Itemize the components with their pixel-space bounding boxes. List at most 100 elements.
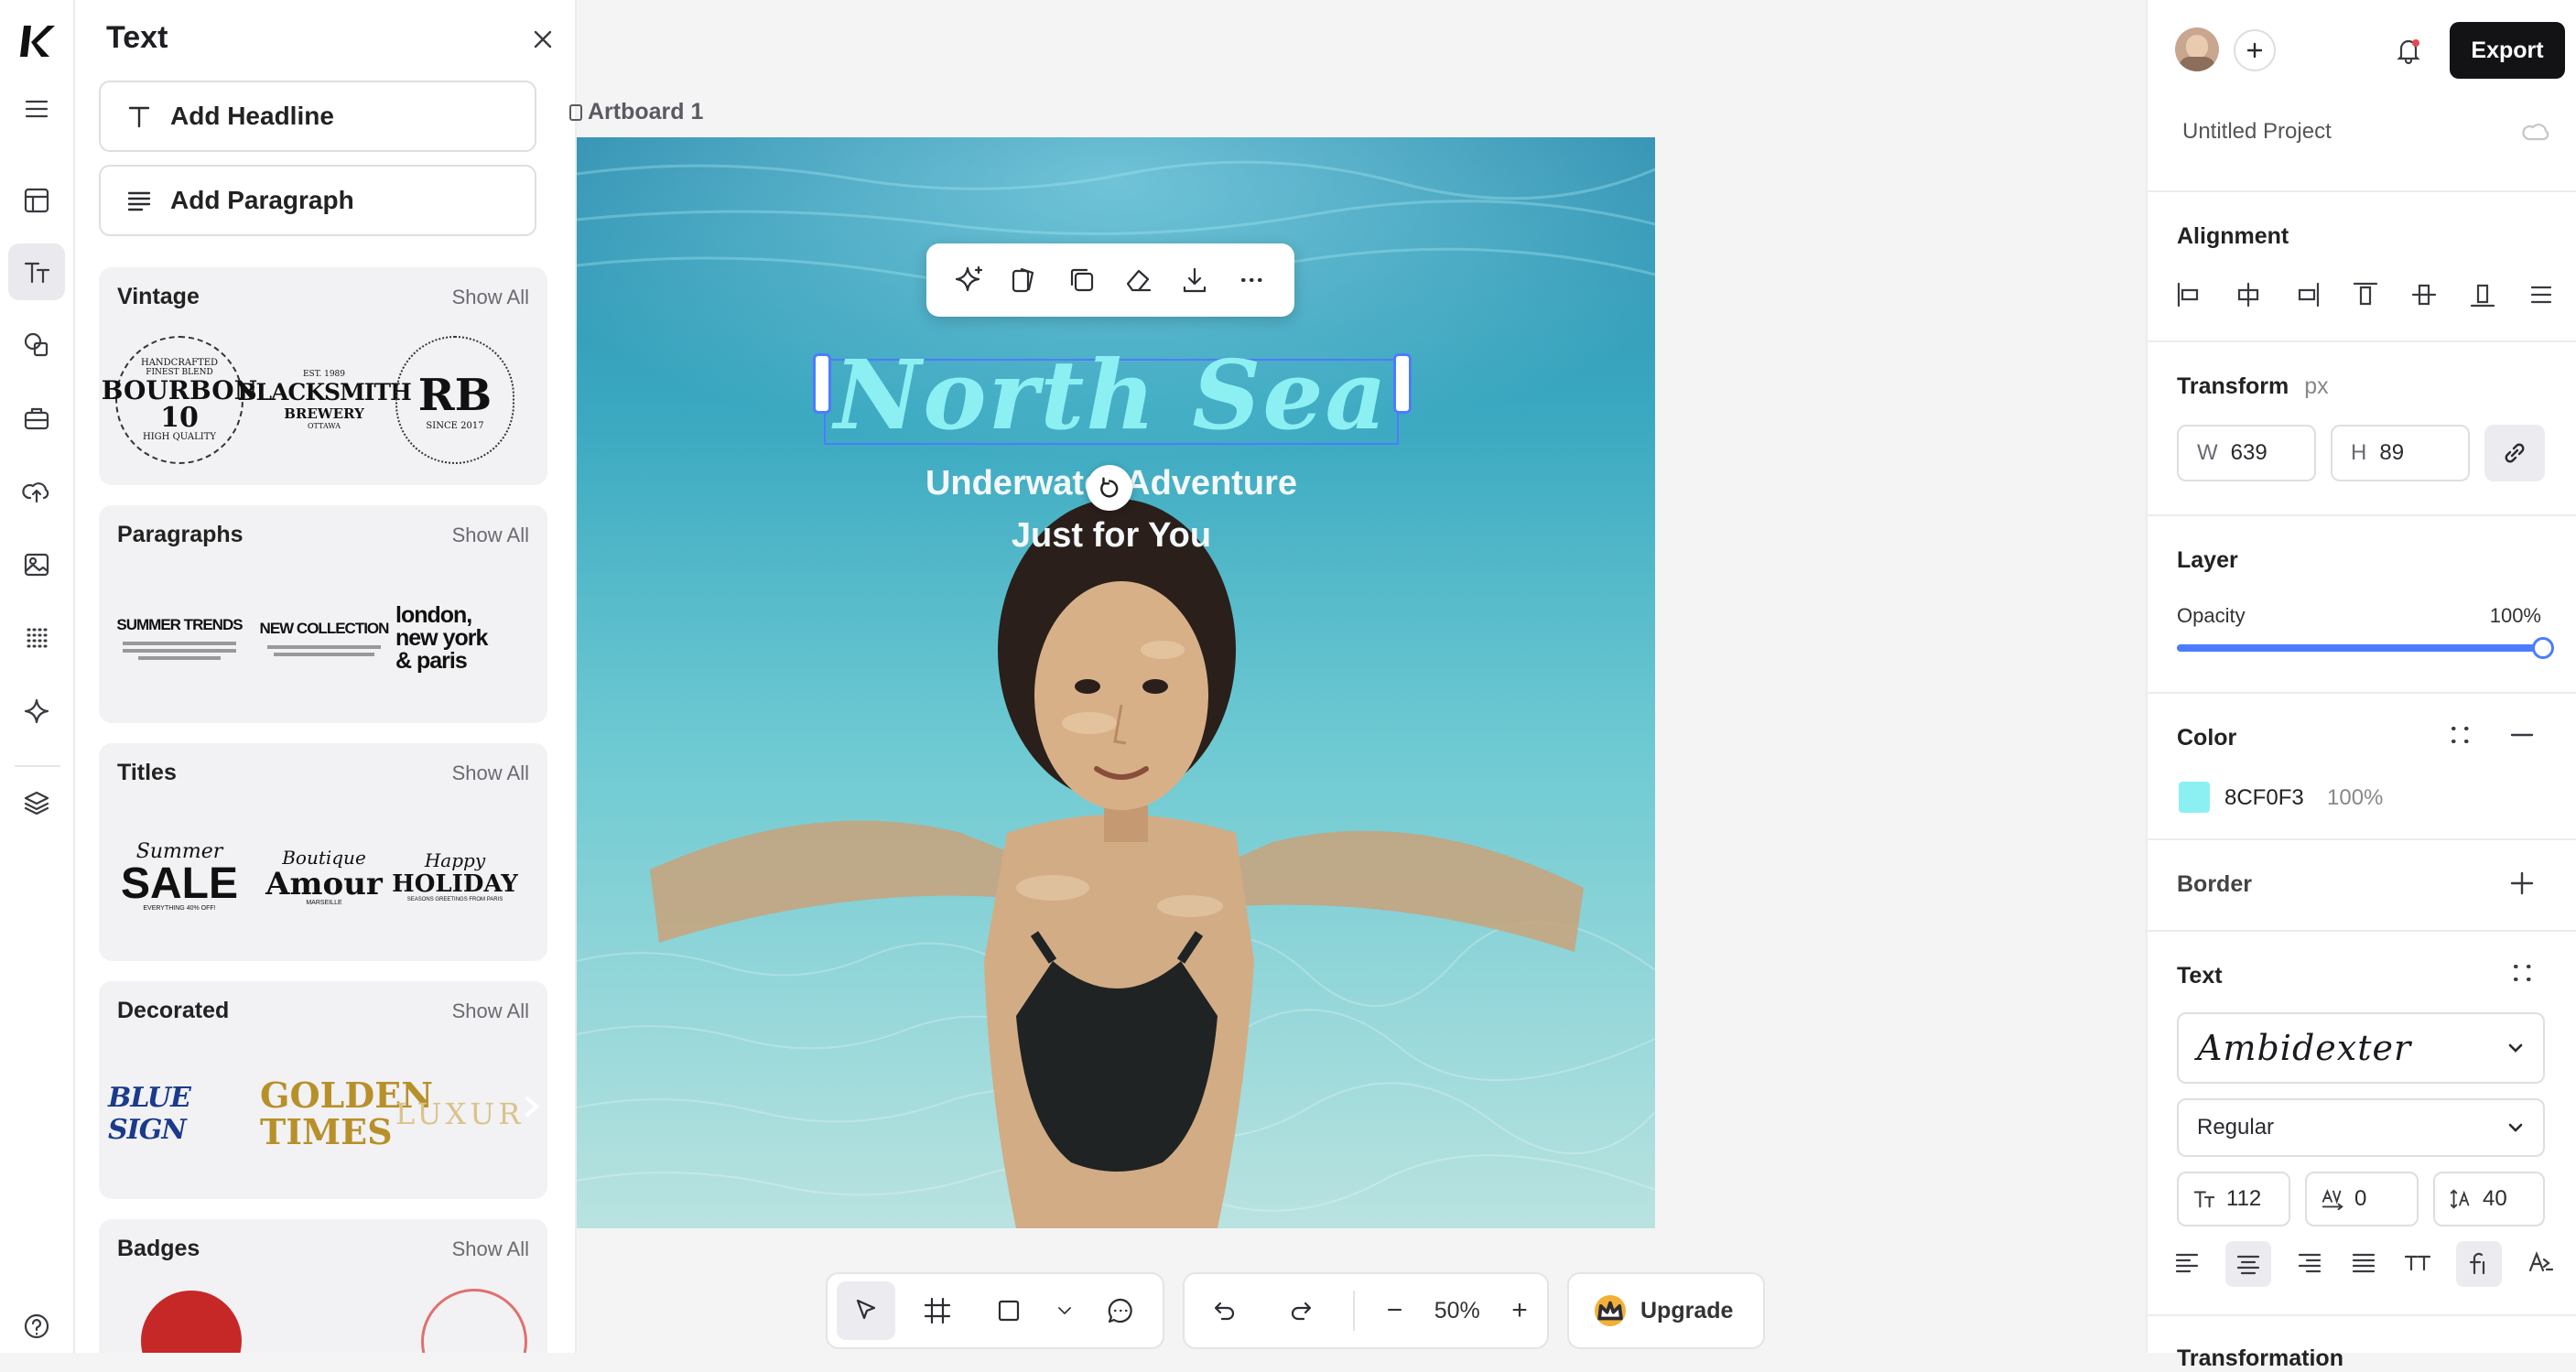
eraser-icon[interactable]	[1122, 264, 1155, 297]
template-thumb-sale[interactable]: Summer SALE EVERYTHING 40% OFF!	[108, 807, 251, 945]
ai-sparkle-icon[interactable]	[953, 264, 986, 297]
headline-text[interactable]: North Sea	[818, 344, 1404, 447]
template-thumb-blue-sign[interactable]: BLUE SIGN	[108, 1045, 251, 1183]
close-icon[interactable]	[527, 24, 558, 55]
height-field[interactable]: H 89	[2331, 425, 2470, 481]
comment-icon	[1108, 1298, 1132, 1323]
undo-button[interactable]	[1194, 1281, 1252, 1340]
text-tool-icon[interactable]	[8, 243, 65, 300]
avatar[interactable]	[2175, 27, 2219, 71]
help-icon[interactable]	[8, 1298, 65, 1355]
add-headline-label: Add Headline	[170, 102, 334, 130]
text-justify-icon[interactable]	[2348, 1247, 2379, 1282]
letter-spacing-field[interactable]: 0	[2305, 1172, 2419, 1226]
color-hex[interactable]: 8CF0F3	[2224, 785, 2304, 811]
width-field[interactable]: W 639	[2177, 425, 2316, 481]
template-thumb-holiday[interactable]: Happy HOLIDAY SEASONS GREETINGS FROM PAR…	[392, 807, 518, 945]
template-thumb-rb[interactable]: RB SINCE 2017	[395, 331, 514, 469]
font-weight-select[interactable]: Regular	[2177, 1098, 2545, 1157]
show-all-link[interactable]: Show All	[452, 524, 529, 547]
template-thumb-london[interactable]: london, new york & paris	[395, 569, 514, 707]
add-paragraph-button[interactable]: Add Paragraph	[99, 165, 536, 236]
shape-dropdown[interactable]	[1051, 1299, 1078, 1323]
text-align-right-icon[interactable]	[2294, 1247, 2325, 1282]
duplicate-icon[interactable]	[1066, 264, 1099, 297]
rotate-handle[interactable]	[1087, 465, 1132, 511]
show-all-link[interactable]: Show All	[452, 999, 529, 1023]
comment-tool[interactable]	[1091, 1281, 1150, 1340]
align-center-v-icon[interactable]	[2406, 276, 2442, 313]
download-icon[interactable]	[1178, 264, 1211, 297]
show-all-link[interactable]: Show All	[452, 762, 529, 785]
menu-icon[interactable]	[8, 81, 65, 137]
add-headline-button[interactable]: Add Headline	[99, 81, 536, 152]
minus-icon[interactable]	[2508, 721, 2536, 749]
template-thumb-blacksmith[interactable]: EST. 1989 BLACKSMITH BREWERY OTTAWA	[237, 331, 411, 469]
show-all-link[interactable]: Show All	[452, 1237, 529, 1261]
uppercase-icon[interactable]	[2402, 1247, 2433, 1282]
color-opacity[interactable]: 100%	[2327, 785, 2383, 811]
template-thumb-badge-coffee[interactable]	[421, 1289, 527, 1353]
frame-tool[interactable]	[908, 1281, 967, 1340]
color-swatch[interactable]	[2179, 782, 2210, 813]
briefcase-icon[interactable]	[8, 390, 65, 447]
image-icon[interactable]	[8, 536, 65, 593]
align-top-icon[interactable]	[2347, 276, 2384, 313]
grid-dots-icon[interactable]	[2446, 721, 2473, 749]
grid-dots-icon[interactable]	[2508, 959, 2536, 987]
chevron-right-icon[interactable]	[518, 1093, 546, 1120]
font-family-value: Ambidexter	[2197, 1028, 2412, 1068]
ai-sparkle-icon[interactable]	[8, 683, 65, 740]
opacity-slider-thumb[interactable]	[2532, 637, 2554, 659]
export-button[interactable]: Export	[2450, 22, 2565, 79]
thumb-text: GOLDEN TIMES	[260, 1075, 433, 1152]
more-icon[interactable]	[1235, 264, 1268, 297]
redo-button[interactable]	[1273, 1281, 1332, 1340]
ligature-icon[interactable]	[2456, 1241, 2502, 1287]
layers-icon[interactable]	[8, 774, 65, 831]
template-thumb-new-collection[interactable]: NEW COLLECTION	[253, 569, 395, 707]
align-left-icon[interactable]	[2171, 276, 2208, 313]
thumb-text: MARSEILLE	[306, 899, 342, 906]
template-thumb-golden-times[interactable]: GOLDEN TIMES	[253, 1045, 433, 1183]
line-height-field[interactable]: 40	[2433, 1172, 2545, 1226]
template-thumb-bourbon[interactable]: HANDCRAFTED FINEST BLEND BOURBON 10 HIGH…	[102, 331, 257, 469]
artboard-label[interactable]: Artboard 1	[569, 99, 703, 125]
category-badges: Badges Show All	[99, 1219, 547, 1353]
align-bottom-icon[interactable]	[2464, 276, 2501, 313]
add-collaborator-button[interactable]	[2234, 29, 2276, 71]
text-style-icon[interactable]	[2525, 1247, 2556, 1282]
text-align-left-icon[interactable]	[2171, 1247, 2203, 1282]
bell-icon[interactable]	[2393, 35, 2424, 66]
font-size-field[interactable]: 112	[2177, 1172, 2290, 1226]
template-thumb-luxury[interactable]: LUXUR	[395, 1045, 520, 1183]
distribute-icon[interactable]	[2523, 276, 2560, 313]
project-name[interactable]: Untitled Project	[2182, 119, 2332, 145]
style-icon[interactable]	[1009, 264, 1042, 297]
zoom-in-button[interactable]: +	[1501, 1295, 1538, 1326]
template-thumb-summer-trends[interactable]: SUMMER TRENDS	[108, 569, 251, 707]
app-logo[interactable]	[13, 18, 62, 68]
text-align-center-icon[interactable]	[2225, 1241, 2271, 1287]
templates-icon[interactable]	[8, 172, 65, 229]
transform-title: Transform	[2177, 373, 2289, 399]
shapes-icon[interactable]	[8, 317, 65, 373]
pattern-icon[interactable]	[8, 610, 65, 666]
align-center-h-icon[interactable]	[2230, 276, 2267, 313]
font-family-select[interactable]: Ambidexter	[2177, 1012, 2545, 1084]
plus-icon[interactable]	[2508, 870, 2536, 897]
lock-ratio-button[interactable]	[2484, 425, 2545, 481]
add-paragraph-label: Add Paragraph	[170, 186, 354, 214]
upload-icon[interactable]	[8, 463, 65, 520]
template-thumb-amour[interactable]: Boutique Amour MARSEILLE	[253, 807, 395, 945]
zoom-out-button[interactable]: −	[1377, 1295, 1413, 1326]
select-tool[interactable]	[837, 1281, 895, 1340]
shape-tool[interactable]	[980, 1281, 1038, 1340]
opacity-slider[interactable]	[2177, 637, 2554, 659]
align-right-icon[interactable]	[2289, 276, 2325, 313]
template-thumb-badge-red[interactable]	[141, 1291, 242, 1353]
zoom-level[interactable]: 50%	[1434, 1298, 1480, 1324]
alignment-section: Alignment	[2148, 190, 2576, 340]
show-all-link[interactable]: Show All	[452, 286, 529, 309]
upgrade-button[interactable]: Upgrade	[1567, 1272, 1765, 1349]
